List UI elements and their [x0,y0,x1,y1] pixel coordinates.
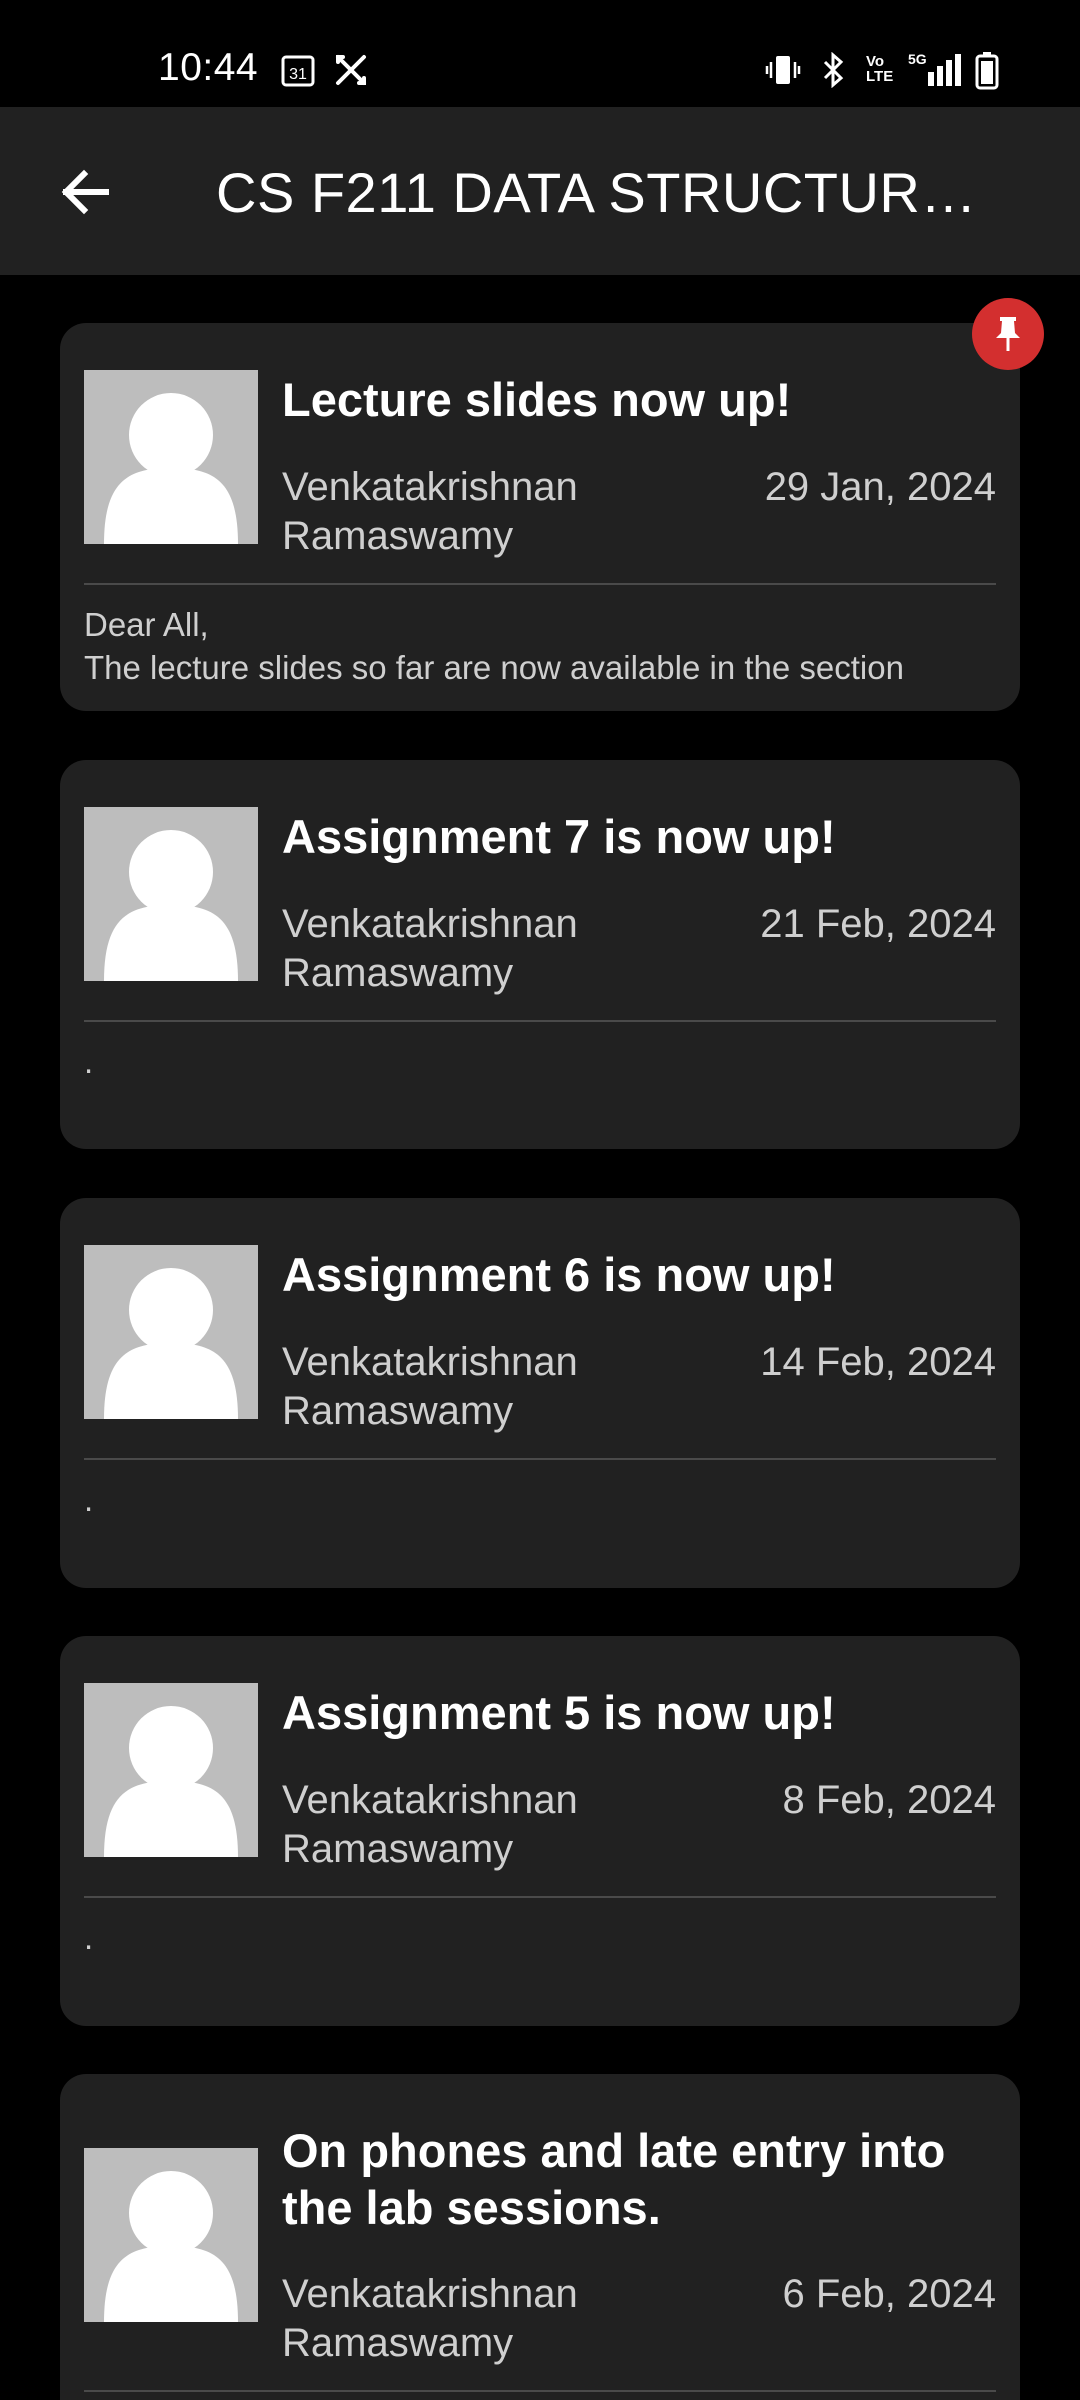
page-title: CS F211 DATA STRUCTUR… [216,161,977,224]
announcement-card[interactable]: Assignment 7 is now up! Venkatakrishnan … [60,760,1020,1149]
announcement-list[interactable]: Lecture slides now up! Venkatakrishnan R… [0,275,1080,2400]
announcement-title: Assignment 7 is now up! [282,810,836,863]
shuffle-icon [333,52,369,93]
announcement-author: Venkatakrishnan Ramaswamy [282,1340,578,1433]
divider [84,583,996,585]
divider [84,2390,996,2392]
status-bar: 10:44 31 Vo LTE 5G [0,0,1080,107]
announcement-date: 6 Feb, 2024 [782,2272,997,2316]
announcement-body: . [84,1481,94,1518]
calendar-day: 31 [289,66,307,83]
divider [84,1458,996,1460]
avatar [84,807,258,981]
announcement-title: Lecture slides now up! [282,373,792,426]
avatar [84,370,258,544]
announcement-title: Assignment 5 is now up! [282,1686,836,1739]
pushpin-icon [996,317,1020,351]
announcement-card[interactable]: Assignment 5 is now up! Venkatakrishnan … [60,1636,1020,2026]
announcement-card[interactable]: On phones and late entry into the lab se… [60,2074,1020,2400]
vibrate-icon [765,52,801,93]
pinned-badge [972,298,1044,370]
announcement-author: Venkatakrishnan Ramaswamy [282,465,578,558]
announcement-body: . [84,1919,94,1956]
divider [84,1020,996,1022]
avatar [84,1245,258,1419]
network-label: 5G [908,52,927,67]
announcement-date: 21 Feb, 2024 [760,902,996,946]
divider [84,1896,996,1898]
app-bar: CS F211 DATA STRUCTUR… [0,107,1080,275]
announcement-card[interactable]: Lecture slides now up! Venkatakrishnan R… [60,323,1020,711]
arrow-left-icon [61,169,109,215]
announcement-author: Venkatakrishnan Ramaswamy [282,902,578,995]
announcement-date: 14 Feb, 2024 [760,1340,996,1384]
avatar [84,2148,258,2322]
announcement-card[interactable]: Assignment 6 is now up! Venkatakrishnan … [60,1198,1020,1588]
announcement-title: On phones and late entry into the lab se… [282,2124,946,2234]
bluetooth-icon [815,51,851,93]
announcement-body: . [84,1043,94,1080]
announcement-date: 29 Jan, 2024 [764,465,996,509]
back-button[interactable] [50,157,120,227]
status-time: 10:44 [158,46,259,89]
avatar [84,1683,258,1857]
5g-signal-icon: 5G [906,51,966,93]
announcement-title: Assignment 6 is now up! [282,1248,836,1301]
announcement-body: Dear All, The lecture slides so far are … [84,606,904,686]
announcement-date: 8 Feb, 2024 [782,1778,997,1822]
calendar-icon: 31 [280,52,316,93]
announcement-author: Venkatakrishnan Ramaswamy [282,2272,578,2365]
volte-icon: Vo LTE [866,53,894,85]
announcement-author: Venkatakrishnan Ramaswamy [282,1778,578,1871]
battery-icon [975,52,999,95]
